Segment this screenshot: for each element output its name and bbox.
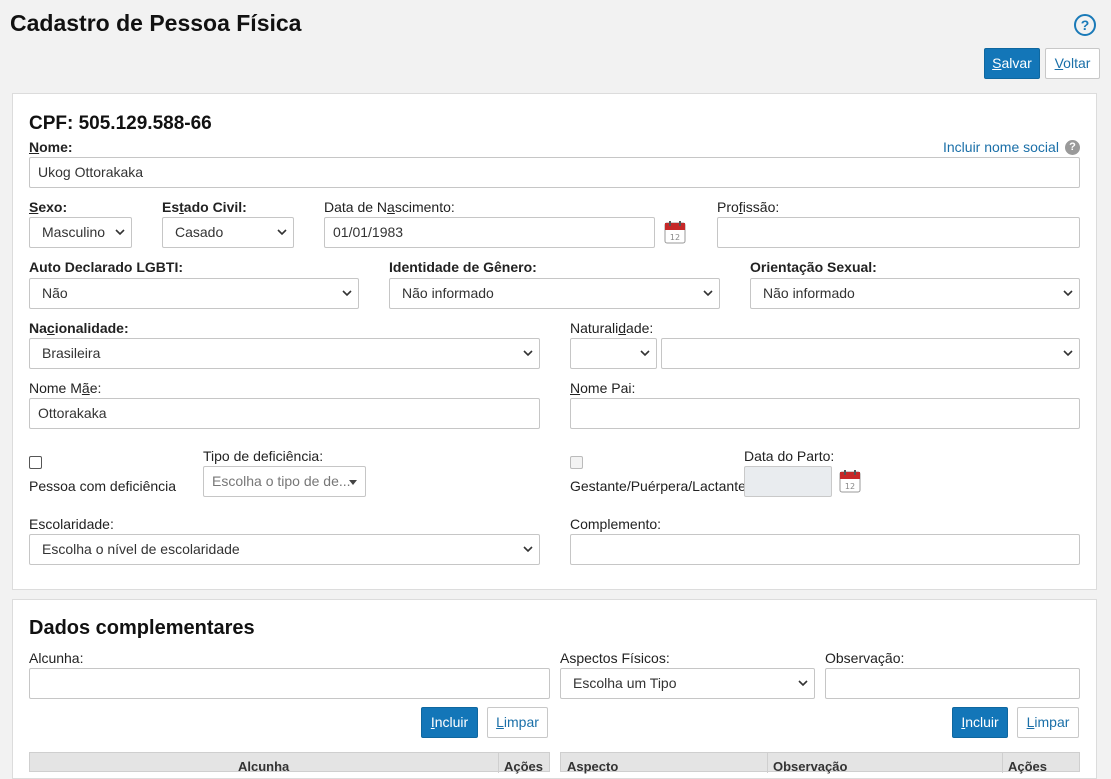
sexo-label: Sexo:: [29, 199, 68, 215]
orientacao-label: Orientação Sexual:: [750, 259, 877, 275]
calendar-icon[interactable]: 12: [839, 469, 861, 493]
lgbti-label: Auto Declarado LGBTI:: [29, 259, 184, 275]
calendar-icon[interactable]: 12: [664, 220, 686, 244]
alcunha-input[interactable]: [29, 668, 550, 699]
lgbti-select-value: Não: [42, 285, 68, 301]
parto-label: Data do Parto:: [744, 448, 835, 464]
back-button-key: V: [1054, 55, 1064, 71]
sexo-select[interactable]: Masculino: [29, 217, 132, 248]
chevron-down-icon: [115, 229, 125, 236]
complemento-input[interactable]: [570, 534, 1080, 565]
limpar-aspecto-button[interactable]: Limpar: [1017, 707, 1079, 738]
estado-civil-select-value: Casado: [175, 224, 224, 240]
parto-input: [744, 466, 832, 497]
aspectos-label: Aspectos Físicos:: [560, 650, 670, 666]
complementary-title: Dados complementares: [29, 617, 255, 639]
alcunha-column-header: Alcunha: [238, 759, 290, 774]
chevron-down-icon: [277, 229, 287, 236]
incluir-aspecto-button[interactable]: Incluir: [952, 707, 1008, 738]
aspectos-table-header: Aspecto Observação Ações: [560, 752, 1080, 774]
genero-select-value: Não informado: [402, 285, 494, 301]
escolaridade-select-value: Escolha o nível de escolaridade: [42, 541, 240, 557]
observacao-input[interactable]: [825, 668, 1080, 699]
page-title: Cadastro de Pessoa Física: [10, 10, 302, 36]
tipo-deficiencia-placeholder: Escolha o tipo de de...: [212, 473, 351, 489]
genero-select[interactable]: Não informado: [389, 278, 720, 309]
profissao-input[interactable]: [717, 217, 1080, 248]
aspectos-select-value: Escolha um Tipo: [573, 675, 677, 691]
aspectos-select[interactable]: Escolha um Tipo: [560, 668, 815, 699]
tipo-deficiencia-label: Tipo de deficiência:: [203, 448, 324, 464]
escolaridade-select[interactable]: Escolha o nível de escolaridade: [29, 534, 540, 565]
chevron-down-icon: [798, 680, 808, 687]
pai-label: Nome Pai:: [570, 380, 636, 396]
chevron-down-icon: [523, 546, 533, 553]
limpar-alcunha-button[interactable]: Limpar: [487, 707, 548, 738]
tipo-deficiencia-dropdown[interactable]: Escolha o tipo de de...: [203, 466, 366, 497]
mae-input[interactable]: Ottorakaka: [29, 398, 540, 429]
naturalidade-uf-select[interactable]: [570, 338, 657, 369]
deficiencia-label: Pessoa com deficiência: [29, 478, 177, 494]
naturalidade-label: Naturalidade:: [570, 320, 654, 336]
acoes-column-header: Ações: [504, 759, 544, 774]
lgbti-select[interactable]: Não: [29, 278, 359, 309]
estado-civil-select[interactable]: Casado: [162, 217, 294, 248]
cpf-heading: CPF: 505.129.588-66: [29, 113, 212, 134]
nascimento-input[interactable]: 01/01/1983: [324, 217, 655, 248]
incluir-alcunha-button[interactable]: Incluir: [421, 707, 478, 738]
svg-text:12: 12: [670, 233, 680, 242]
back-button[interactable]: Voltar: [1045, 48, 1100, 79]
chevron-down-icon: [640, 350, 650, 357]
pai-input[interactable]: [570, 398, 1080, 429]
orientacao-select-value: Não informado: [763, 285, 855, 301]
orientacao-select[interactable]: Não informado: [750, 278, 1080, 309]
estado-civil-label: Estado Civil:: [162, 199, 247, 215]
alcunha-label: Alcunha:: [29, 650, 84, 666]
acoes-column-header: Ações: [1008, 759, 1048, 774]
help-icon[interactable]: ?: [1074, 14, 1096, 36]
save-button-label: alvar: [1001, 55, 1032, 71]
aspecto-column-header: Aspecto: [567, 759, 619, 774]
naturalidade-city-select[interactable]: [661, 338, 1080, 369]
profissao-label: Profissão:: [717, 199, 780, 215]
sexo-select-value: Masculino: [42, 224, 106, 240]
chevron-down-icon: [342, 290, 352, 297]
chevron-down-icon: [1063, 350, 1073, 357]
genero-label: Identidade de Gênero:: [389, 259, 537, 275]
escolaridade-label: Escolaridade:: [29, 516, 114, 532]
caret-down-icon: [349, 480, 357, 485]
mae-label: Nome Mãe:: [29, 380, 102, 396]
deficiencia-checkbox[interactable]: [29, 456, 42, 469]
chevron-down-icon: [523, 350, 533, 357]
nome-label: Nome:: [29, 139, 73, 155]
nacionalidade-label: Nacionalidade:: [29, 320, 129, 336]
svg-text:12: 12: [845, 482, 855, 491]
nacionalidade-select-value: Brasileira: [42, 345, 101, 361]
nacionalidade-select[interactable]: Brasileira: [29, 338, 540, 369]
social-name-link[interactable]: Incluir nome social: [943, 139, 1059, 155]
complemento-label: Complemento:: [570, 516, 662, 532]
alcunha-table-header: Alcunha Ações: [29, 752, 550, 774]
nome-input[interactable]: Ukog Ottorakaka: [29, 157, 1080, 188]
observacao-column-header: Observação: [773, 759, 848, 774]
chevron-down-icon: [1063, 290, 1073, 297]
info-icon[interactable]: ?: [1065, 140, 1080, 155]
observacao-label: Observação:: [825, 650, 905, 666]
back-button-label: oltar: [1063, 55, 1091, 71]
save-button[interactable]: Salvar: [984, 48, 1040, 79]
chevron-down-icon: [703, 290, 713, 297]
nascimento-label: Data de Nascimento:: [324, 199, 455, 215]
gestante-checkbox: [570, 456, 583, 469]
gestante-label: Gestante/Puérpera/Lactante: [570, 478, 744, 494]
